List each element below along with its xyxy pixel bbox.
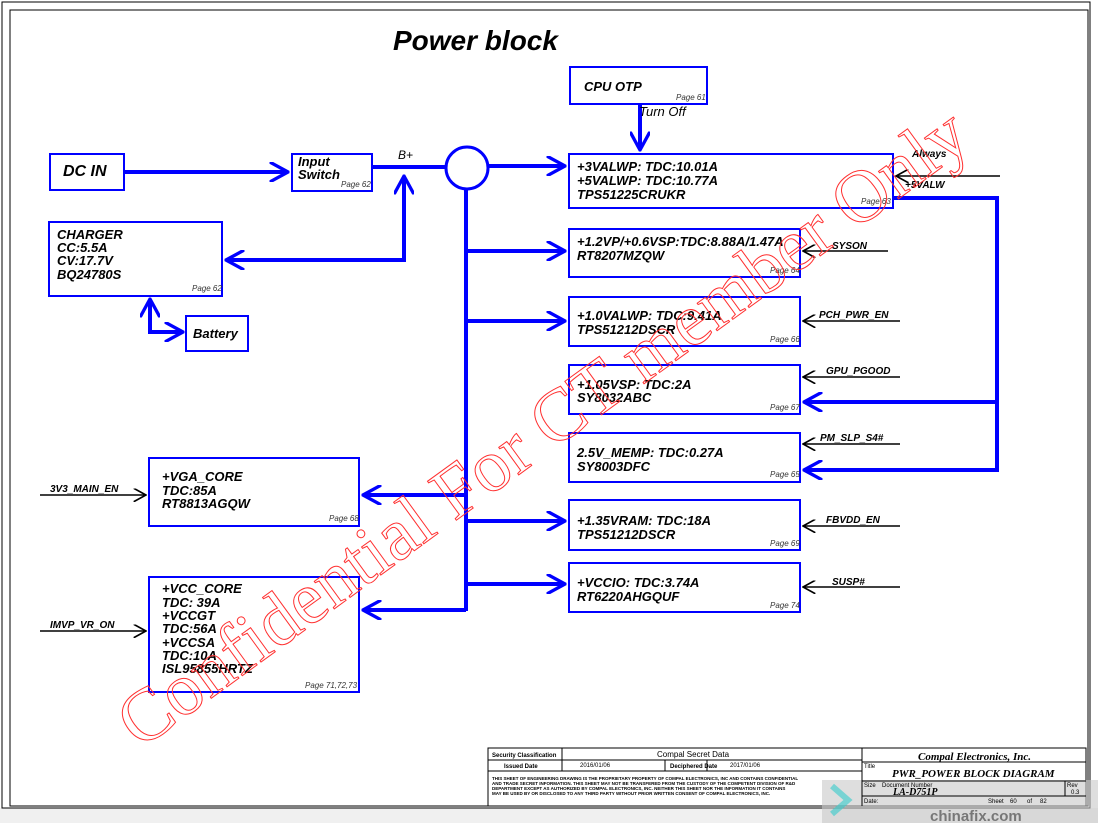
svg-text:Page 65: Page 65 <box>770 470 800 479</box>
date-label: Date: <box>864 799 879 805</box>
svg-text:Page 74: Page 74 <box>770 601 800 610</box>
block-1-35vram: +1.35VRAM: TDC:18A TPS51212DSCR Page 69 <box>568 499 801 551</box>
svg-text:+VCCIO: TDC:3.74A: +VCCIO: TDC:3.74A <box>577 575 699 590</box>
svg-text:DC IN: DC IN <box>63 163 107 180</box>
svg-text:TPS51212DSCR: TPS51212DSCR <box>577 527 676 542</box>
svg-text:Battery: Battery <box>193 326 239 341</box>
signal-pm-slp-s4: PM_SLP_S4# <box>820 433 884 444</box>
block-battery: Battery <box>185 315 249 352</box>
b-plus-label: B+ <box>398 148 413 162</box>
page-title: Power block <box>393 25 559 56</box>
svg-text:TPS51225CRUKR: TPS51225CRUKR <box>577 187 686 202</box>
svg-text:Page 71,72,73: Page 71,72,73 <box>305 681 358 690</box>
svg-text:Title: Title <box>864 764 876 770</box>
svg-text:Page 61: Page 61 <box>676 93 706 102</box>
svg-text:Page 62: Page 62 <box>341 180 371 189</box>
block-vccio: +VCCIO: TDC:3.74A RT6220AHGQUF Page 74 <box>568 562 801 613</box>
signal-3v3-main-en: 3V3_MAIN_EN <box>50 484 119 495</box>
svg-text:+1.35VRAM: TDC:18A: +1.35VRAM: TDC:18A <box>577 513 711 528</box>
signal-susp: SUSP# <box>832 577 865 588</box>
svg-text:2016/01/06: 2016/01/06 <box>580 763 611 769</box>
block-cpu-otp: CPU OTP Page 61 <box>569 66 708 105</box>
svg-text:MAY BE USED BY OR DISCLOSED TO: MAY BE USED BY OR DISCLOSED TO ANY THIRD… <box>492 791 770 796</box>
svg-text:Compal Secret Data: Compal Secret Data <box>657 750 730 759</box>
power-block-diagram: Power block Turn Off B+ Always +5VALW SY… <box>0 1 1098 823</box>
size-label: Size <box>864 783 876 789</box>
svg-text:PWR_POWER BLOCK DIAGRAM: PWR_POWER BLOCK DIAGRAM <box>892 768 1056 780</box>
svg-text:Security Classification: Security Classification <box>492 753 557 759</box>
svg-text:+VGA_CORE: +VGA_CORE <box>162 469 243 484</box>
svg-text:Deciphered Date: Deciphered Date <box>670 764 718 770</box>
svg-text:SY8003DFC: SY8003DFC <box>577 459 651 474</box>
svg-text:RT6220AHGQUF: RT6220AHGQUF <box>577 589 680 604</box>
svg-text:2.5V_MEMP: TDC:0.27A: 2.5V_MEMP: TDC:0.27A <box>576 445 724 460</box>
rev-value: 0.3 <box>1071 790 1080 796</box>
block-input-switch: Input Switch Page 62 <box>291 153 373 192</box>
svg-text:Page 66: Page 66 <box>770 335 800 344</box>
svg-text:Switch: Switch <box>298 167 340 182</box>
signal-gpu-pgood: GPU_PGOOD <box>826 366 890 377</box>
svg-text:+5VALWP: TDC:10.77A: +5VALWP: TDC:10.77A <box>577 173 718 188</box>
svg-text:Issued Date: Issued Date <box>504 764 538 770</box>
svg-text:Page 67: Page 67 <box>770 403 800 412</box>
turn-off-label: Turn Off <box>639 104 687 119</box>
signal-pch-pwr-en: PCH_PWR_EN <box>819 310 889 321</box>
svg-text:RT8813AGQW: RT8813AGQW <box>162 496 252 511</box>
block-dc-in: DC IN <box>49 153 125 191</box>
sheet-label: Sheet <box>988 799 1004 805</box>
block-vga-core: +VGA_CORE TDC:85A RT8813AGQW Page 68 <box>148 457 360 527</box>
doc-number: LA-D751P <box>892 787 938 798</box>
svg-text:Page 69: Page 69 <box>770 539 800 548</box>
svg-text:RT8207MZQW: RT8207MZQW <box>577 248 666 263</box>
svg-text:Compal Electronics, Inc.: Compal Electronics, Inc. <box>918 751 1031 763</box>
signal-fbvdd-en: FBVDD_EN <box>826 515 881 526</box>
block-2-5v-memp: 2.5V_MEMP: TDC:0.27A SY8003DFC Page 65 <box>568 432 801 483</box>
signal-imvp-vr-on: IMVP_VR_ON <box>50 620 115 631</box>
svg-text:2017/01/06: 2017/01/06 <box>730 763 761 769</box>
svg-text:CPU OTP: CPU OTP <box>584 79 642 94</box>
svg-text:+3VALWP: TDC:10.01A: +3VALWP: TDC:10.01A <box>577 159 718 174</box>
chinafix-text: chinafix.com <box>930 808 1022 823</box>
svg-text:82: 82 <box>1040 799 1047 805</box>
svg-text:+VCC_CORE: +VCC_CORE <box>162 581 242 596</box>
confidential-watermark: Confidential For CT member Only <box>102 92 984 764</box>
rev-label: Rev <box>1067 783 1078 789</box>
svg-text:CV:17.7V: CV:17.7V <box>57 253 114 268</box>
block-charger: CHARGER CC:5.5A CV:17.7V BQ24780S Page 6… <box>48 221 223 297</box>
svg-text:60: 60 <box>1010 799 1017 805</box>
svg-text:of: of <box>1027 799 1032 805</box>
svg-text:Page 62: Page 62 <box>192 284 222 293</box>
svg-text:BQ24780S: BQ24780S <box>57 267 122 282</box>
